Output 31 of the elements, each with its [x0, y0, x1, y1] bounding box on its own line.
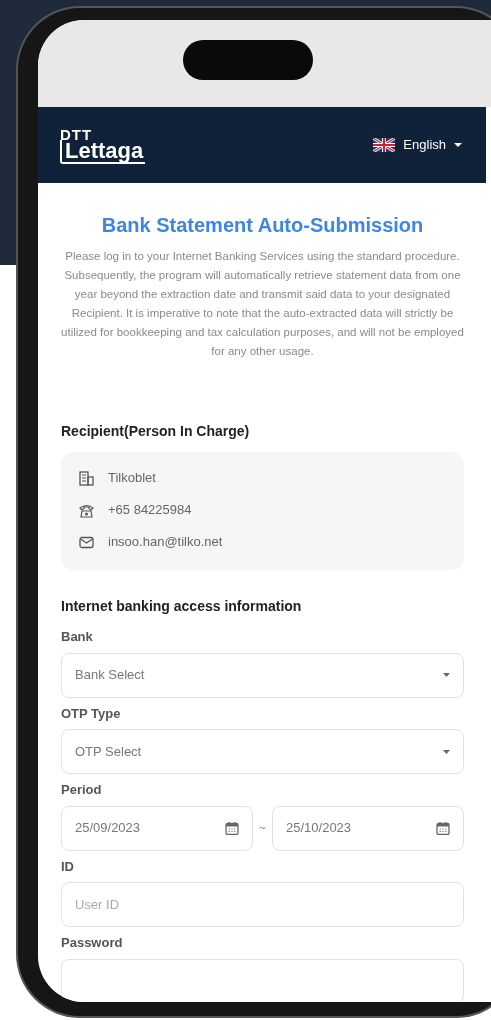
flag-icon — [373, 138, 396, 152]
logo-text: DTT — [60, 126, 94, 142]
logo-text: Lettaga — [60, 139, 146, 164]
select-field[interactable]: OTP Select — [61, 729, 464, 774]
recipient-info: insoo.han@tilko.net — [108, 533, 223, 552]
caret-icon — [454, 143, 462, 147]
recipient-info: Tilkoblet — [108, 469, 156, 488]
section-heading: Recipient(Person In Charge) — [61, 422, 251, 441]
telephone-icon — [79, 502, 94, 518]
field-label: Password — [61, 934, 124, 952]
caret-icon — [443, 749, 450, 754]
password-field[interactable] — [61, 958, 464, 1002]
date-field[interactable]: 25/09/2023 — [61, 805, 253, 851]
description-text: Please log in to your Internet Banking Services using the standard procedure. Subsequently, the program will automatically retrieve statement data from one year beyond the extraction date and transmit said data to your designated Recipient. It is imperative to note that the auto-extracted data will strictly be utilized for bookkeeping and tax calculation purposes, and will not be employed for any other usage. — [60, 249, 465, 359]
date-field[interactable]: 25/10/2023 — [272, 805, 464, 851]
select-field[interactable]: Bank Select — [61, 652, 464, 698]
building-icon — [79, 470, 94, 486]
calendar-icon — [225, 821, 239, 835]
envelope-icon — [79, 534, 94, 550]
field-label: Period — [61, 781, 103, 799]
separator-text: ~ — [259, 820, 266, 837]
language-dropdown[interactable]: English — [373, 135, 462, 155]
page-title: Bank Statement Auto-Submission — [100, 213, 425, 237]
field-label: ID — [61, 857, 75, 876]
field-label: OTP Type — [61, 704, 122, 723]
field-label: Bank — [61, 628, 94, 646]
section-heading: Internet banking access information — [61, 597, 303, 616]
recipient-info: +65 84225984 — [108, 501, 192, 520]
caret-icon — [443, 673, 450, 677]
input-field[interactable]: User ID — [61, 882, 464, 927]
calendar-icon — [436, 821, 450, 835]
